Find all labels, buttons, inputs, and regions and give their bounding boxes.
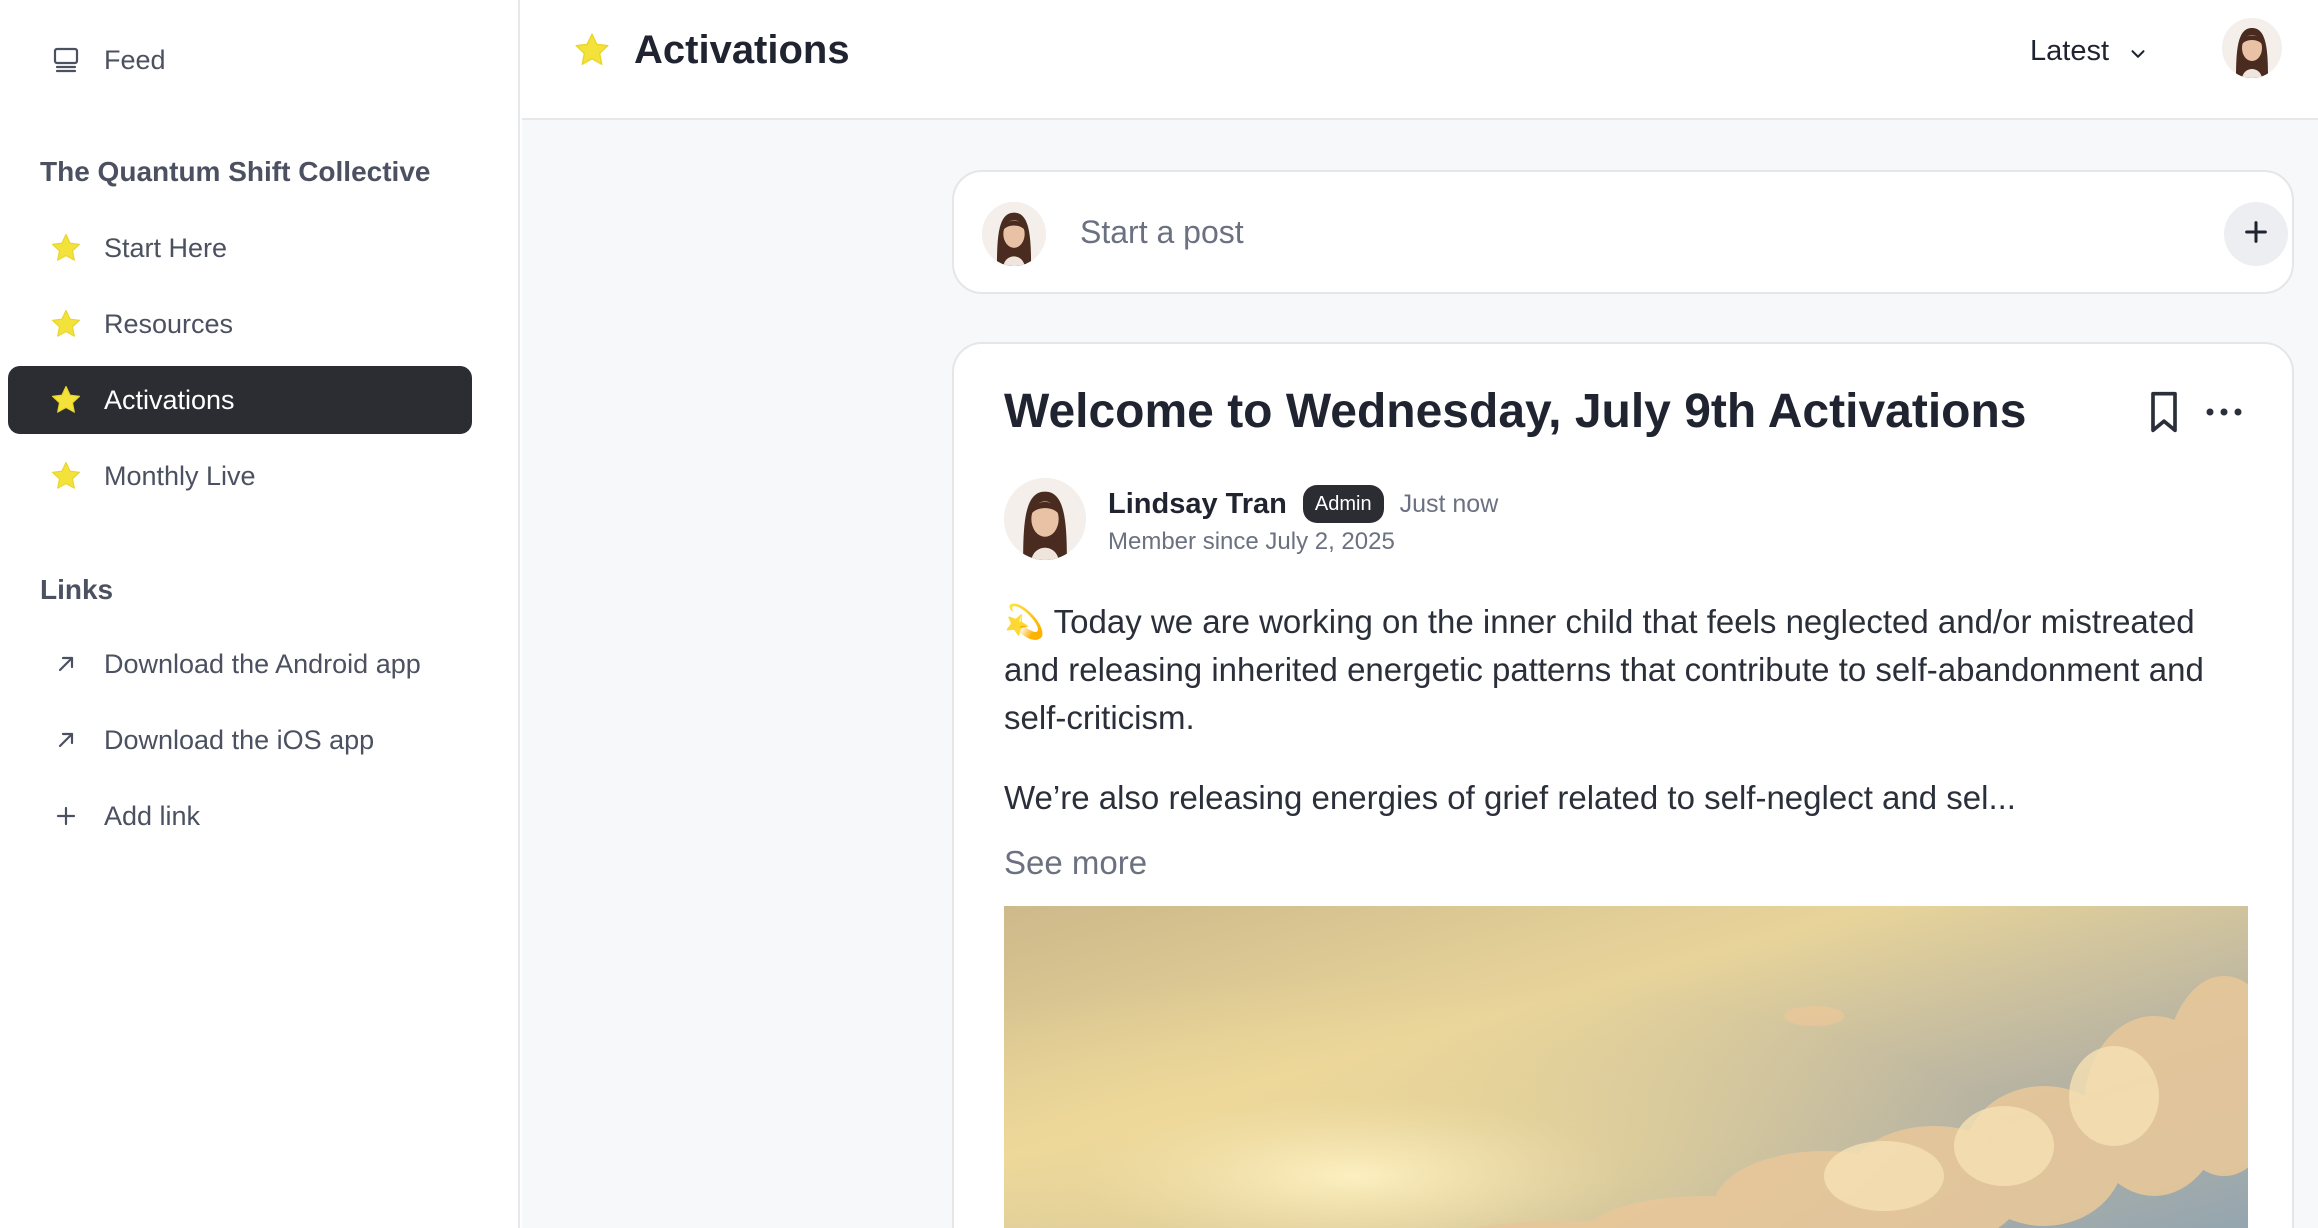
star-icon: [572, 30, 612, 70]
sort-label: Latest: [2030, 34, 2109, 67]
author-avatar[interactable]: [1004, 478, 1086, 560]
star-icon: [44, 302, 88, 346]
main-content: Activations Latest Start a post Welcome …: [522, 0, 2318, 1228]
sidebar-item-label: Add link: [104, 800, 201, 831]
top-bar: Activations Latest: [522, 0, 2318, 120]
sidebar-item-resources[interactable]: Resources: [8, 290, 472, 358]
arrow-up-right-icon: [44, 642, 88, 686]
bookmark-button[interactable]: [2142, 388, 2186, 436]
sort-dropdown[interactable]: Latest: [2022, 26, 2157, 76]
author-meta-row: Lindsay Tran Admin Just now: [1108, 484, 1498, 524]
star-icon: [44, 378, 88, 422]
add-link-button[interactable]: Add link: [8, 782, 472, 850]
community-heading: The Quantum Shift Collective: [40, 156, 431, 187]
sidebar-item-feed[interactable]: Feed: [8, 26, 472, 94]
post-paragraph: 💫 Today we are working on the inner chil…: [1004, 603, 2204, 736]
plus-icon: [44, 794, 88, 838]
post-card: Welcome to Wednesday, July 9th Activatio…: [952, 342, 2294, 1228]
link-download-ios[interactable]: Download the iOS app: [8, 706, 472, 774]
sidebar-item-label: Feed: [104, 44, 166, 75]
app-window: Feed The Quantum Shift Collective Start …: [0, 0, 2318, 1228]
member-since: Member since July 2, 2025: [1108, 528, 1395, 555]
post-paragraph: We’re also releasing energies of grief r…: [1004, 779, 2016, 816]
ellipsis-icon: [2200, 408, 2248, 438]
composer-avatar: [982, 202, 1046, 266]
sidebar-item-activations[interactable]: Activations: [8, 366, 472, 434]
sidebar-item-label: Resources: [104, 308, 234, 339]
sidebar: Feed The Quantum Shift Collective Start …: [0, 0, 520, 1228]
post-composer[interactable]: Start a post: [952, 170, 2294, 294]
sidebar-item-label: Monthly Live: [104, 460, 256, 491]
bookmark-icon: [2142, 391, 2186, 440]
sidebar-item-label: Start Here: [104, 232, 228, 263]
chevron-down-icon: [2127, 40, 2149, 62]
new-post-button[interactable]: [2224, 202, 2288, 266]
plus-icon: [2242, 218, 2270, 251]
post-body: 💫 Today we are working on the inner chil…: [1004, 598, 2254, 822]
author-name[interactable]: Lindsay Tran: [1108, 488, 1287, 521]
post-timestamp: Just now: [1399, 489, 1499, 518]
admin-badge: Admin: [1302, 485, 1384, 523]
more-options-button[interactable]: [2200, 390, 2248, 434]
feed-icon: [44, 38, 88, 82]
post-title[interactable]: Welcome to Wednesday, July 9th Activatio…: [1004, 384, 2026, 439]
arrow-up-right-icon: [44, 718, 88, 762]
sidebar-item-start-here[interactable]: Start Here: [8, 214, 472, 282]
sidebar-item-label: Download the iOS app: [104, 724, 375, 755]
page-title: Activations: [634, 27, 850, 72]
post-image[interactable]: [1004, 906, 2248, 1228]
links-heading: Links: [40, 574, 114, 605]
link-download-android[interactable]: Download the Android app: [8, 630, 472, 698]
user-avatar[interactable]: [2222, 18, 2282, 78]
start-post-input[interactable]: Start a post: [1080, 214, 1244, 251]
sidebar-item-label: Download the Android app: [104, 648, 421, 679]
star-icon: [44, 226, 88, 270]
page-title-group: Activations: [572, 22, 850, 78]
see-more-link[interactable]: See more: [1004, 844, 1147, 882]
sidebar-item-label: Activations: [104, 384, 235, 415]
sidebar-item-monthly-live[interactable]: Monthly Live: [8, 442, 472, 510]
star-icon: [44, 454, 88, 498]
